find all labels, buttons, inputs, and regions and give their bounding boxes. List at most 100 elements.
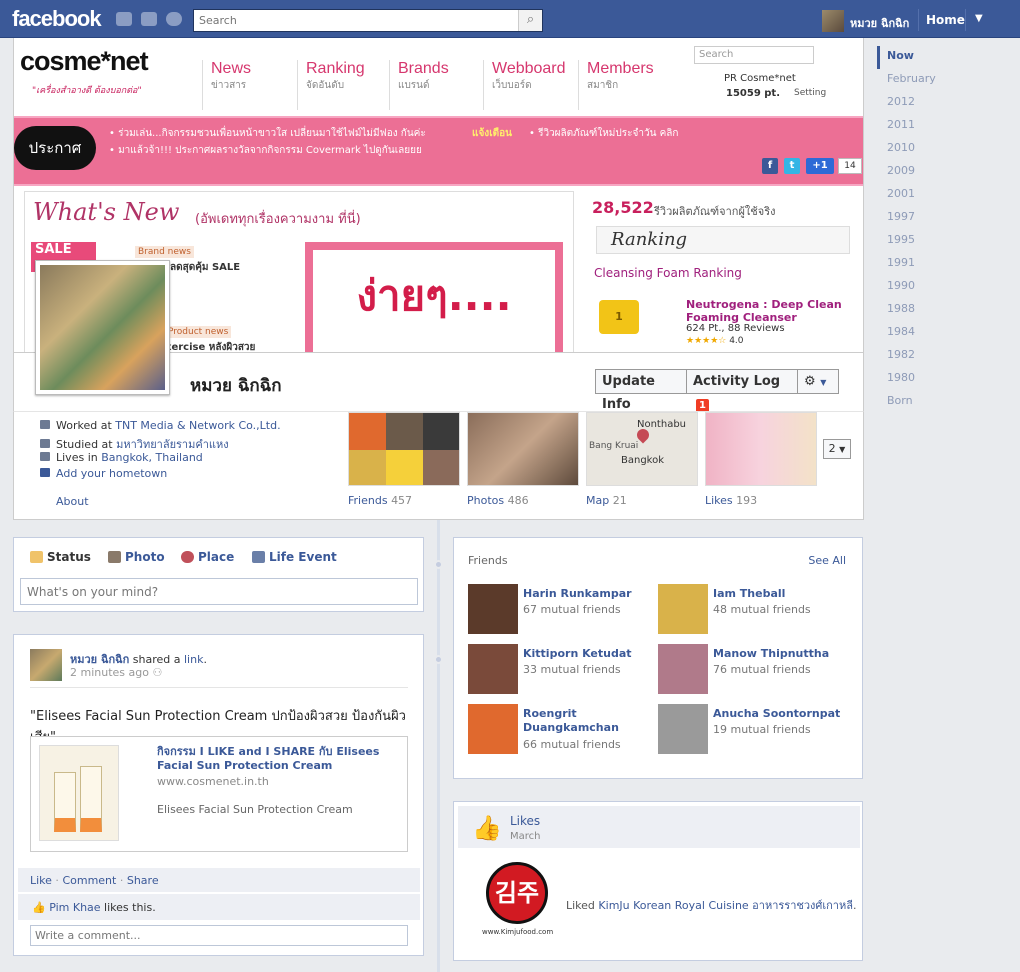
status-input[interactable]: What's on your mind? [20, 578, 418, 605]
timeline-spine [437, 520, 440, 972]
announce-item: • ร่วมเล่น...กิจกรรมชวนเพื่อนหน้าขาวใส เ… [109, 128, 426, 139]
scrubber-now[interactable]: Now [877, 46, 947, 69]
more-tiles-dropdown[interactable]: 2 ▼ [823, 439, 851, 459]
account-menu-chevron-icon[interactable]: ▼ [975, 13, 983, 24]
shared-link-card[interactable]: กิจกรรม I LIKE and I SHARE กับ Elisees F… [30, 736, 408, 852]
tab-life-event[interactable]: Life Event [252, 550, 337, 564]
friend-item[interactable]: Manow Thipnuttha 76 mutual friends [658, 644, 848, 694]
facebook-logo[interactable]: facebook [12, 6, 102, 32]
user-avatar[interactable] [822, 10, 844, 32]
scrubber-year[interactable]: 2001 [877, 184, 947, 207]
house-icon [40, 452, 50, 461]
profile-name[interactable]: หมวย ฉิกฉิก [190, 372, 282, 399]
friend-requests-icon[interactable] [116, 12, 132, 26]
star-rating-icon: ★★★★☆ [686, 336, 730, 346]
likes-tile-label[interactable]: Likes 193 [705, 494, 757, 507]
home-link[interactable]: Home [926, 13, 965, 27]
friend-avatar[interactable] [658, 584, 708, 634]
friends-tile-label[interactable]: Friends 457 [348, 494, 412, 507]
scrubber-born[interactable]: Born [877, 391, 947, 414]
timeline-scrubber: Now February 2012 2011 2010 2009 2001 19… [877, 46, 947, 414]
liker-link[interactable]: Pim Khae [49, 901, 100, 914]
share-button[interactable]: Share [127, 874, 159, 887]
scrubber-year[interactable]: 1995 [877, 230, 947, 253]
scrubber-year[interactable]: 1990 [877, 276, 947, 299]
messages-icon[interactable] [141, 12, 157, 26]
tab-photo[interactable]: Photo [108, 550, 165, 564]
cosme-nav-brands: Brands แบรนด์ [389, 60, 479, 110]
scrubber-year[interactable]: 1988 [877, 299, 947, 322]
friend-avatar[interactable] [468, 704, 518, 754]
cosme-nav-ranking: Ranking จัดอันดับ [297, 60, 387, 110]
tab-status[interactable]: Status [30, 550, 91, 564]
scrubber-year[interactable]: 1991 [877, 253, 947, 276]
friend-item[interactable]: Harin Runkampar 67 mutual friends [468, 584, 658, 634]
status-composer: Status Photo Place Life Event What's on … [13, 537, 424, 612]
audience-icon[interactable]: ⚇ [152, 666, 162, 679]
scrubber-year[interactable]: 2012 [877, 92, 947, 115]
friend-item[interactable]: Roengrit Duangkamchan 66 mutual friends [468, 704, 658, 754]
scrubber-year[interactable]: 1984 [877, 322, 947, 345]
shared-link-url: www.cosmenet.in.th [157, 775, 269, 788]
scrubber-month[interactable]: February [877, 69, 947, 92]
scrubber-year[interactable]: 2009 [877, 161, 947, 184]
scrubber-year[interactable]: 2010 [877, 138, 947, 161]
cosme-points: 15059 pt. [726, 88, 781, 99]
likes-header: 👍 Likes March [458, 806, 860, 848]
product-news-item: xercise หลังผิวสวย [165, 342, 256, 352]
map-tile-label[interactable]: Map 21 [586, 494, 627, 507]
activity-log-button[interactable]: Activity Log1 [687, 369, 798, 413]
friend-avatar[interactable] [658, 704, 708, 754]
promo-ad-text: ง่ายๆ.... [313, 250, 555, 352]
search-input[interactable] [194, 10, 514, 31]
map-tile[interactable]: Nonthabu Bang Kruai Bangkok [586, 412, 698, 486]
tab-place[interactable]: Place [181, 550, 234, 564]
brand-news-label: Brand news [135, 246, 194, 258]
shared-link-description: Elisees Facial Sun Protection Cream [157, 803, 353, 816]
school-link[interactable]: มหาวิทยาลัยรามคำแหง [116, 438, 229, 451]
friend-item[interactable]: Kittiporn Ketudat 33 mutual friends [468, 644, 658, 694]
friend-item[interactable]: Iam Theball 48 mutual friends [658, 584, 848, 634]
profile-picture[interactable] [35, 260, 170, 395]
photos-tile[interactable] [467, 412, 579, 486]
friend-avatar[interactable] [468, 644, 518, 694]
add-hometown-link[interactable]: Add your hometown [56, 467, 167, 480]
settings-gear-icon[interactable]: ⚙ ▼ [797, 369, 839, 394]
likes-title-link[interactable]: Likes [510, 814, 540, 828]
review-count-label: รีวิวผลิตภัณฑ์จากผู้ใช้จริง [654, 205, 776, 218]
about-link[interactable]: About [56, 495, 89, 508]
likes-tile[interactable] [705, 412, 817, 486]
whats-new-subtitle: (อัพเดททุกเรื่องความงาม ที่นี่) [195, 212, 361, 227]
post-author-link[interactable]: หมวย ฉิกฉิก [70, 653, 129, 666]
user-name-link[interactable]: หมวย ฉิกฉิก [850, 14, 909, 32]
promo-ad: ง่ายๆ.... [305, 242, 563, 352]
post-link-word[interactable]: link [184, 653, 203, 666]
notifications-icon[interactable] [166, 12, 182, 26]
scrubber-year[interactable]: 1997 [877, 207, 947, 230]
post-author-avatar[interactable] [30, 649, 62, 681]
cosme-pr-label: PR Cosme*net [724, 73, 796, 84]
friend-item[interactable]: Anucha Soontornpat 19 mutual friends [658, 704, 848, 754]
post-timestamp[interactable]: 2 minutes ago ⚇ [70, 666, 162, 679]
scrubber-year[interactable]: 2011 [877, 115, 947, 138]
work-link[interactable]: TNT Media & Network Co.,Ltd. [115, 419, 280, 432]
shared-link-thumbnail[interactable] [39, 745, 119, 841]
home-icon [40, 468, 50, 477]
shared-link-title[interactable]: กิจกรรม I LIKE and I SHARE กับ Elisees F… [157, 745, 402, 773]
scrubber-year[interactable]: 1980 [877, 368, 947, 391]
friend-avatar[interactable] [658, 644, 708, 694]
update-info-button[interactable]: Update Info [595, 369, 687, 412]
announcement-banner: ประกาศ • ร่วมเล่น...กิจกรรมชวนเพื่อนหน้า… [14, 116, 863, 186]
scrubber-year[interactable]: 1982 [877, 345, 947, 368]
comment-button[interactable]: Comment [62, 874, 116, 887]
comment-input[interactable]: Write a comment... [30, 925, 408, 946]
kimju-page-logo[interactable]: 김주 www.Kimjufood.com [482, 862, 553, 944]
search-icon[interactable]: ⌕ [518, 10, 542, 31]
like-button[interactable]: Like [30, 874, 52, 887]
photos-tile-label[interactable]: Photos 486 [467, 494, 529, 507]
friend-avatar[interactable] [468, 584, 518, 634]
see-all-friends-link[interactable]: See All [808, 554, 846, 567]
city-link[interactable]: Bangkok, Thailand [101, 451, 203, 464]
liked-page-link[interactable]: KimJu Korean Royal Cuisine อาหารราชวงศ์เ… [598, 899, 853, 912]
friends-tile[interactable] [348, 412, 460, 486]
